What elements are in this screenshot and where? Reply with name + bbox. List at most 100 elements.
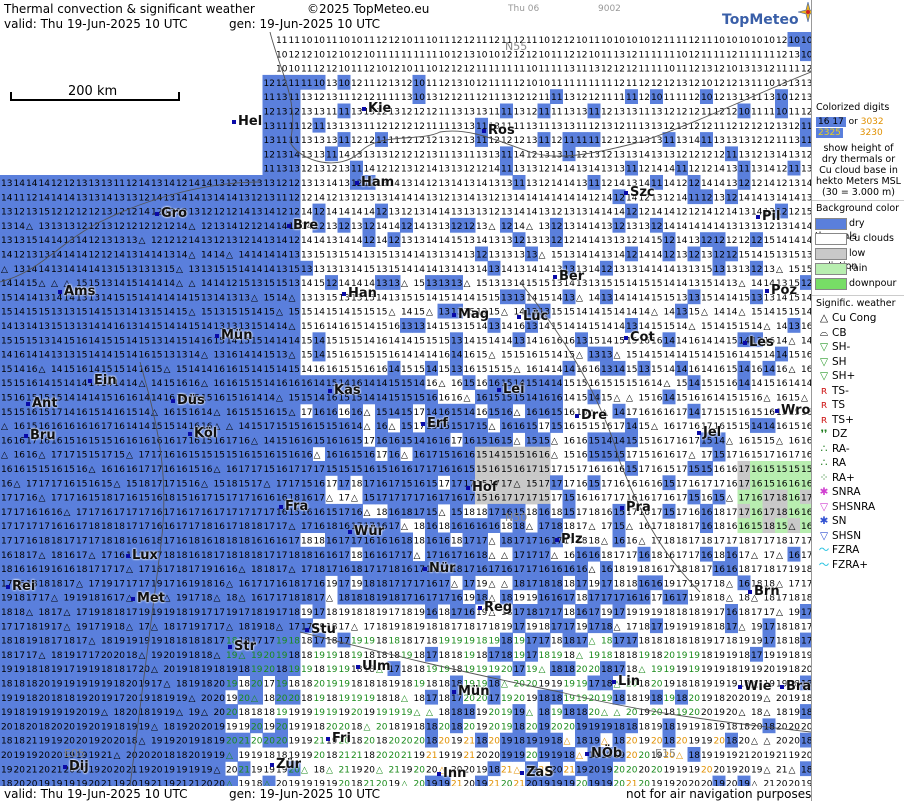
svg-text:18: 18 — [589, 508, 601, 518]
city-label: Ulm — [356, 659, 391, 674]
svg-text:14: 14 — [776, 193, 788, 203]
city-marker-icon — [497, 387, 501, 392]
svg-text:16: 16 — [276, 379, 288, 389]
svg-text:19: 19 — [26, 637, 38, 647]
svg-text:16: 16 — [751, 479, 763, 489]
svg-text:13: 13 — [489, 179, 500, 189]
svg-text:18: 18 — [751, 708, 763, 718]
svg-text:18: 18 — [601, 622, 613, 632]
svg-text:15: 15 — [626, 351, 637, 361]
svg-text:20: 20 — [101, 765, 113, 775]
svg-text:12: 12 — [164, 222, 175, 232]
svg-text:16: 16 — [164, 451, 176, 461]
svg-text:18: 18 — [326, 522, 338, 532]
svg-text:15: 15 — [776, 308, 787, 318]
svg-text:12: 12 — [401, 222, 412, 232]
svg-text:12: 12 — [676, 108, 687, 118]
svg-text:13: 13 — [264, 193, 275, 203]
svg-text:16: 16 — [789, 551, 801, 561]
svg-text:14: 14 — [801, 236, 811, 246]
svg-text:11: 11 — [439, 36, 450, 46]
svg-text:12: 12 — [176, 179, 187, 189]
svg-text:16: 16 — [101, 465, 113, 475]
svg-text:18: 18 — [226, 594, 238, 604]
svg-text:15: 15 — [1, 308, 12, 318]
svg-text:14: 14 — [139, 322, 151, 332]
svg-text:17: 17 — [239, 608, 250, 618]
svg-text:16: 16 — [539, 508, 551, 518]
svg-text:19: 19 — [239, 722, 251, 732]
svg-text:16: 16 — [239, 451, 251, 461]
svg-text:11: 11 — [701, 50, 712, 60]
svg-text:14: 14 — [576, 222, 588, 232]
svg-text:16: 16 — [314, 365, 326, 375]
svg-text:17: 17 — [164, 537, 175, 547]
svg-text:20: 20 — [589, 765, 601, 775]
svg-text:12: 12 — [726, 108, 737, 118]
svg-text:17: 17 — [1, 494, 12, 504]
svg-text:17: 17 — [339, 479, 350, 489]
legend-downpour: downpour — [812, 276, 904, 291]
svg-text:14: 14 — [189, 365, 201, 375]
svg-text:11: 11 — [589, 136, 600, 146]
svg-text:13: 13 — [676, 79, 687, 89]
svg-text:18: 18 — [301, 551, 313, 561]
svg-text:△: △ — [214, 765, 221, 775]
city-label: Bre — [287, 218, 318, 233]
svg-text:21: 21 — [776, 751, 787, 761]
svg-text:18: 18 — [164, 751, 176, 761]
svg-text:11: 11 — [426, 122, 437, 132]
svg-text:19: 19 — [714, 680, 726, 690]
svg-text:20: 20 — [176, 737, 188, 747]
svg-text:17: 17 — [751, 651, 762, 661]
svg-text:17: 17 — [464, 565, 475, 575]
svg-text:15: 15 — [39, 208, 50, 218]
svg-text:10: 10 — [314, 79, 326, 89]
svg-text:14: 14 — [589, 251, 601, 261]
svg-text:14: 14 — [64, 394, 76, 404]
svg-text:△: △ — [564, 737, 571, 747]
svg-text:19: 19 — [126, 637, 138, 647]
svg-text:19: 19 — [526, 594, 538, 604]
svg-text:13: 13 — [639, 365, 650, 375]
svg-text:19: 19 — [226, 665, 238, 675]
svg-text:13: 13 — [339, 165, 350, 175]
svg-text:△: △ — [501, 579, 508, 589]
svg-text:16: 16 — [426, 579, 438, 589]
svg-text:18: 18 — [714, 579, 726, 589]
svg-text:14: 14 — [576, 236, 588, 246]
forecast-map[interactable]: 11 11 10 10 11 10 10 11 12 12 10 11 10 11 12 12 11 12 11 12… — [0, 32, 811, 786]
svg-text:12: 12 — [739, 179, 750, 189]
svg-text:18: 18 — [726, 737, 738, 747]
svg-text:14: 14 — [14, 222, 26, 232]
svg-text:14: 14 — [101, 293, 113, 303]
svg-text:16: 16 — [264, 408, 276, 418]
svg-text:13: 13 — [326, 136, 337, 146]
svg-text:10: 10 — [739, 36, 751, 46]
svg-text:19: 19 — [301, 722, 313, 732]
svg-text:14: 14 — [351, 208, 363, 218]
city-label: Wro — [775, 403, 810, 418]
topmeteo-logo[interactable]: TopMeteo — [722, 2, 818, 28]
svg-text:14: 14 — [789, 193, 801, 203]
svg-text:17: 17 — [526, 465, 537, 475]
svg-text:15: 15 — [364, 308, 375, 318]
svg-text:17: 17 — [276, 479, 287, 489]
svg-text:20: 20 — [89, 694, 101, 704]
svg-text:19: 19 — [564, 680, 576, 690]
svg-text:14: 14 — [739, 365, 751, 375]
svg-text:16: 16 — [51, 565, 63, 575]
svg-text:△: △ — [801, 394, 808, 404]
svg-text:14: 14 — [551, 165, 563, 175]
svg-text:15: 15 — [426, 508, 437, 518]
svg-text:10: 10 — [539, 50, 551, 60]
svg-text:△: △ — [326, 494, 333, 504]
svg-text:13: 13 — [576, 208, 587, 218]
svg-text:16: 16 — [651, 479, 663, 489]
svg-text:13: 13 — [514, 165, 525, 175]
svg-text:16: 16 — [239, 579, 251, 589]
svg-text:△: △ — [351, 494, 358, 504]
svg-text:14: 14 — [351, 265, 363, 275]
svg-text:14: 14 — [664, 279, 676, 289]
svg-text:11: 11 — [364, 36, 375, 46]
